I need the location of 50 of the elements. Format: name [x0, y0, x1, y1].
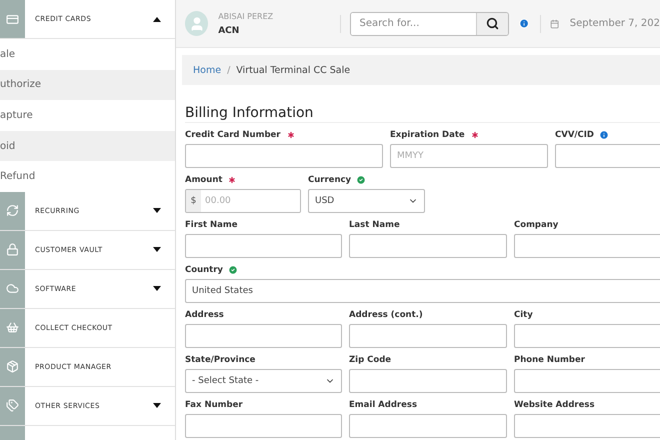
- input-field[interactable]: [349, 369, 507, 393]
- field-label: CVV/CID: [555, 130, 594, 140]
- select-field[interactable]: - Select State -: [185, 369, 342, 393]
- search-button[interactable]: [476, 12, 508, 34]
- select-field[interactable]: USD: [308, 189, 425, 213]
- avatar-icon: [185, 11, 208, 36]
- input-field[interactable]: [349, 234, 507, 258]
- section-title: Billing Information: [185, 105, 660, 123]
- field-label: Last Name: [349, 220, 400, 230]
- input-field[interactable]: [185, 144, 383, 168]
- field-label: Company: [514, 220, 558, 230]
- field-label: Address: [185, 310, 224, 320]
- input-field[interactable]: [514, 324, 660, 348]
- field-label: State/Province: [185, 354, 256, 364]
- field-label: Address (cont.): [349, 310, 423, 320]
- user-name: ABISAI PEREZ: [218, 12, 274, 20]
- breadcrumb-separator: /: [227, 64, 230, 76]
- breadcrumb-current: Virtual Terminal CC Sale: [236, 64, 350, 76]
- input-field[interactable]: [514, 414, 660, 438]
- input-field[interactable]: [349, 324, 507, 348]
- calendar-icon: [550, 18, 560, 28]
- date-text: September 7, 202: [570, 18, 660, 29]
- field-label: Phone Number: [514, 354, 585, 364]
- field-label: City: [514, 310, 533, 320]
- info-icon[interactable]: [519, 18, 530, 29]
- field-label: Zip Code: [349, 354, 392, 364]
- amount-field[interactable]: $ 00.00: [185, 189, 301, 213]
- input-field[interactable]: United States: [185, 279, 660, 303]
- input-field[interactable]: [514, 369, 660, 393]
- submenu-item[interactable]: uthorize: [0, 70, 175, 100]
- breadcrumb-link[interactable]: Home: [193, 64, 222, 76]
- search-field[interactable]: Search for...: [350, 12, 510, 36]
- field-label: Country: [185, 264, 223, 274]
- search-icon: [486, 17, 500, 30]
- input-field[interactable]: [514, 234, 660, 258]
- field-label: Amount: [185, 174, 222, 184]
- field-label: First Name: [185, 220, 238, 230]
- field-label: Website Address: [514, 400, 595, 410]
- field-label: Fax Number: [185, 400, 243, 410]
- field-label: Currency: [308, 174, 352, 184]
- field-label: Expiration Date: [390, 130, 465, 140]
- field-label: Credit Card Number: [185, 130, 280, 140]
- submenu-item[interactable]: oid: [0, 130, 175, 162]
- company-name: ACN: [218, 26, 240, 36]
- input-field[interactable]: [185, 324, 342, 348]
- input-field[interactable]: MMYY: [390, 144, 548, 168]
- field-label: Email Address: [349, 400, 418, 410]
- input-field[interactable]: [185, 414, 342, 438]
- input-field[interactable]: [185, 234, 342, 258]
- input-field[interactable]: [349, 414, 507, 438]
